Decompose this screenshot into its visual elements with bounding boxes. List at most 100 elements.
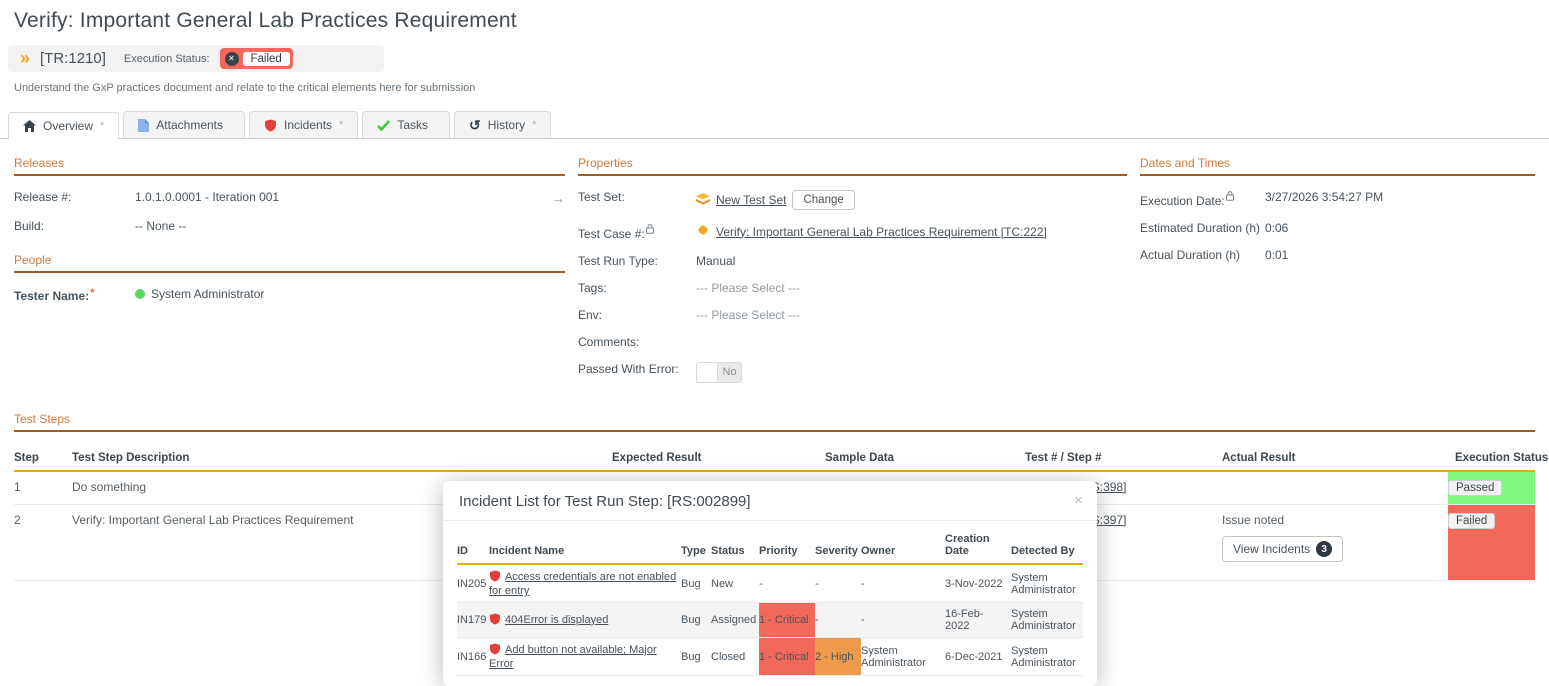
incident-creation-date: 6-Dec-2021: [945, 638, 1011, 676]
incident-creation-date: 16-Feb-2022: [945, 603, 1011, 638]
history-icon: ↺: [469, 118, 481, 132]
release-value: 1.0.1.0.0001 - Iteration 001: [135, 190, 279, 204]
execution-status-value: Failed: [243, 52, 290, 66]
tab-incidents-label: Incidents: [284, 118, 332, 132]
incident-link[interactable]: Add button not available; Major Error: [489, 644, 657, 670]
page: Verify: Important General Lab Practices …: [0, 0, 1549, 667]
test-set-link[interactable]: New Test Set: [716, 193, 786, 207]
incident-detected-by: System Administrator: [1011, 638, 1083, 676]
page-title: Verify: Important General Lab Practices …: [0, 0, 1549, 33]
incident-shield-icon: [489, 573, 501, 585]
properties-heading: Properties: [578, 156, 1127, 176]
incident-link[interactable]: 404Error is displayed: [505, 614, 608, 626]
incident-detected-by: System Administrator: [1011, 564, 1083, 603]
incident-creation-date: 3-Nov-2022: [945, 564, 1011, 603]
tab-history[interactable]: ↺ History *: [454, 111, 551, 138]
build-row: Build: -- None --: [14, 219, 565, 233]
tab-attachments-label: Attachments: [156, 118, 223, 132]
incident-severity: -: [815, 564, 861, 603]
col-sample: Sample Data: [825, 446, 1025, 471]
tab-overview-label: Overview: [43, 119, 93, 133]
view-incidents-button[interactable]: View Incidents 3: [1222, 536, 1343, 562]
incident-shield-icon: [264, 119, 277, 132]
col-owner: Owner: [861, 527, 945, 564]
actual-duration-label: Actual Duration (h): [1140, 248, 1265, 262]
tester-value: System Administrator: [135, 287, 264, 301]
incident-header-row: ID Incident Name Type Status Priority Se…: [457, 527, 1083, 564]
close-icon[interactable]: ×: [1074, 493, 1083, 508]
step-status-cell: Failed: [1448, 505, 1535, 581]
incident-name-cell: Add button not available; Major Error: [489, 638, 681, 676]
releases-people-column: Releases Release #: 1.0.1.0.0001 - Itera…: [14, 156, 565, 316]
incident-status: New: [711, 564, 759, 603]
tab-overview[interactable]: Overview *: [8, 112, 119, 139]
status-chip: Failed: [1448, 513, 1495, 529]
double-chevron-icon: »: [20, 49, 30, 67]
col-expected: Expected Result: [612, 446, 825, 471]
tab-overview-dirty-marker: *: [100, 120, 104, 132]
tab-tasks[interactable]: Tasks: [362, 111, 450, 138]
tester-name: System Administrator: [151, 287, 264, 301]
test-set-row: Test Set: New Test Set Change: [578, 190, 1127, 210]
env-select[interactable]: --- Please Select ---: [696, 308, 800, 322]
tags-select[interactable]: --- Please Select ---: [696, 281, 800, 295]
incident-link[interactable]: Access credentials are not enabled for e…: [489, 571, 676, 597]
estimated-duration-value: 0:06: [1265, 221, 1288, 235]
incident-status: Closed: [711, 638, 759, 676]
col-severity: Severity: [815, 527, 861, 564]
check-icon: [377, 120, 390, 131]
tab-tasks-label: Tasks: [397, 118, 428, 132]
actual-duration-row: Actual Duration (h) 0:01: [1140, 248, 1535, 262]
test-set-label: Test Set:: [578, 190, 696, 204]
tab-incidents[interactable]: Incidents *: [249, 111, 358, 138]
tab-attachments[interactable]: Attachments: [123, 111, 245, 138]
col-detected-by: Detected By: [1011, 527, 1083, 564]
build-value: -- None --: [135, 219, 186, 233]
tags-label: Tags:: [578, 281, 696, 295]
toggle-state: No: [718, 363, 741, 382]
people-heading: People: [14, 253, 565, 273]
col-incident-name: Incident Name: [489, 527, 681, 564]
tab-history-dirty-marker: *: [532, 119, 536, 131]
tab-history-label: History: [488, 118, 525, 132]
test-case-label: Test Case #:: [578, 223, 696, 241]
test-run-type-label: Test Run Type:: [578, 254, 696, 268]
tester-label: Tester Name:*: [14, 287, 135, 303]
tab-incidents-dirty-marker: *: [339, 119, 343, 131]
lock-icon: [646, 223, 654, 237]
incident-id: IN205: [457, 564, 489, 603]
passed-with-error-toggle[interactable]: No: [696, 362, 742, 383]
incident-name-cell: Access credentials are not enabled for e…: [489, 564, 681, 603]
step-number: 2: [14, 505, 72, 581]
step-actual: Issue noted View Incidents 3: [1222, 505, 1448, 581]
incident-id: IN166: [457, 638, 489, 676]
step-actual: [1222, 471, 1448, 505]
properties-column: Properties Test Set: New Test Set Change…: [578, 156, 1127, 396]
passed-with-error-label: Passed With Error:: [578, 362, 696, 376]
col-execution-status: Execution Status: [1448, 446, 1535, 471]
release-row: Release #: 1.0.1.0.0001 - Iteration 001 …: [14, 190, 565, 206]
incident-row: IN179 404Error is displayed Bug Assigned…: [457, 603, 1083, 638]
env-row: Env: --- Please Select ---: [578, 308, 1127, 322]
document-icon: [138, 119, 149, 132]
dates-column: Dates and Times Execution Date: 3/27/202…: [1140, 156, 1535, 275]
execution-status-badge: ✕ Failed: [220, 48, 293, 69]
col-status: Status: [711, 527, 759, 564]
incident-detected-by: System Administrator: [1011, 603, 1083, 638]
incident-owner: -: [861, 603, 945, 638]
col-id: ID: [457, 527, 489, 564]
step-number: 1: [14, 471, 72, 505]
col-description: Test Step Description: [72, 446, 612, 471]
incident-priority: 1 - Critical: [759, 638, 815, 676]
modal-header: Incident List for Test Run Step: [RS:002…: [443, 481, 1097, 521]
failed-x-icon: ✕: [225, 52, 239, 66]
change-test-set-button[interactable]: Change: [792, 190, 854, 210]
test-case-link[interactable]: Verify: Important General Lab Practices …: [716, 225, 1047, 239]
test-run-header-bar: » [TR:1210] Execution Status: ✕ Failed: [8, 45, 384, 72]
tab-strip: Overview * Attachments Incidents * Tasks: [0, 111, 1549, 139]
test-run-id: [TR:1210]: [40, 50, 106, 67]
test-case-icon: [696, 223, 710, 240]
incident-priority: -: [759, 564, 815, 603]
release-arrow-icon[interactable]: →: [551, 190, 565, 206]
tester-row: Tester Name:* System Administrator: [14, 287, 565, 303]
